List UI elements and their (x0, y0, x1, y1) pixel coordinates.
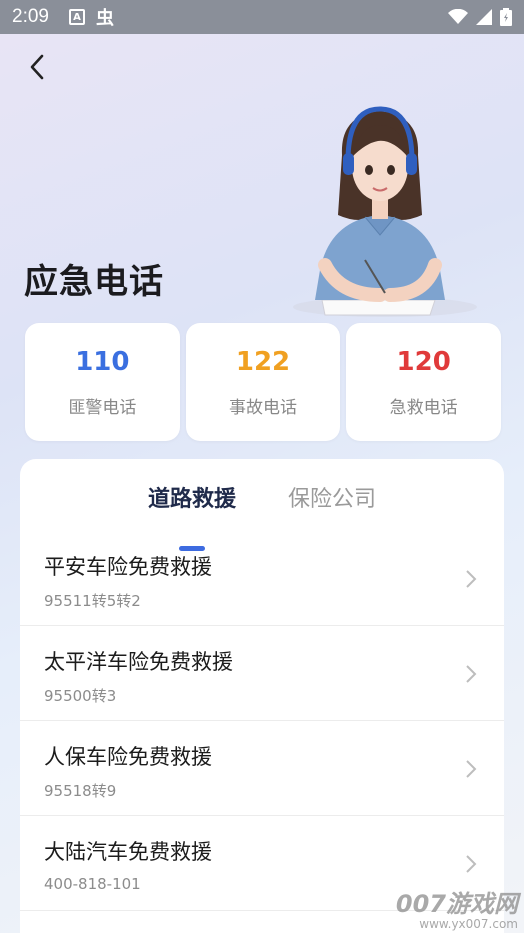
tab-label: 保险公司 (288, 487, 377, 512)
status-bar: 2:09 A 虫 (0, 0, 524, 34)
item-phone: 95511转5转2 (44, 592, 141, 610)
signal-icon (476, 9, 492, 25)
font-icon: A (68, 9, 85, 25)
bug-icon: 虫 (95, 8, 114, 29)
item-title: 平安车险免费救援 (44, 555, 212, 579)
list-item[interactable]: 太平洋车险免费救援 95500转3 (20, 626, 504, 721)
tab-label: 道路救援 (147, 487, 236, 512)
tab-bar: 道路救援 保险公司 (20, 459, 504, 551)
watermark-url: www.yx007.com (419, 917, 518, 931)
chevron-right-icon (466, 665, 477, 683)
chevron-right-icon (466, 570, 477, 588)
watermark-brand: 007游戏网 (395, 890, 518, 918)
quick-call-label: 急救电话 (389, 397, 458, 418)
item-title: 大陆汽车免费救援 (44, 840, 212, 864)
operator-illustration (280, 95, 480, 320)
item-phone: 95500转3 (44, 687, 117, 705)
quick-call-card-122[interactable]: 122 事故电话 (185, 323, 341, 441)
quick-call-number: 122 (235, 346, 291, 377)
tab-road-rescue[interactable]: 道路救援 (147, 481, 236, 551)
item-title: 太平洋车险免费救援 (44, 650, 233, 674)
chevron-right-icon (466, 760, 477, 778)
rescue-panel: 道路救援 保险公司 平安车险免费救援 95511转5转2 太平洋车险免费救援 9… (20, 459, 504, 933)
quick-call-label: 匪警电话 (68, 397, 137, 418)
quick-call-card-110[interactable]: 110 匪警电话 (25, 323, 180, 441)
page-title: 应急电话 (24, 262, 164, 302)
list-item[interactable]: 人保车险免费救援 95518转9 (20, 721, 504, 816)
quick-call-card-120[interactable]: 120 急救电话 (346, 323, 502, 441)
quick-call-label: 事故电话 (229, 397, 297, 418)
status-right (448, 8, 512, 26)
wifi-icon (448, 9, 468, 24)
quick-call-number: 110 (75, 346, 130, 377)
list-item[interactable]: 平安车险免费救援 95511转5转2 (20, 531, 504, 626)
quick-call-row: 110 匪警电话 122 事故电话 120 急救电话 (25, 323, 502, 441)
battery-icon (500, 8, 512, 26)
chevron-left-icon (30, 54, 44, 80)
item-title: 人保车险免费救援 (44, 745, 212, 769)
status-time: 2:09 (12, 6, 49, 27)
tab-insurance-company[interactable]: 保险公司 (288, 481, 376, 531)
watermark: 007游戏网 www.yx007.com (396, 891, 518, 931)
item-phone: 95518转9 (44, 782, 117, 800)
quick-call-number: 120 (396, 346, 451, 377)
chevron-right-icon (466, 855, 477, 873)
back-button[interactable] (22, 52, 52, 82)
